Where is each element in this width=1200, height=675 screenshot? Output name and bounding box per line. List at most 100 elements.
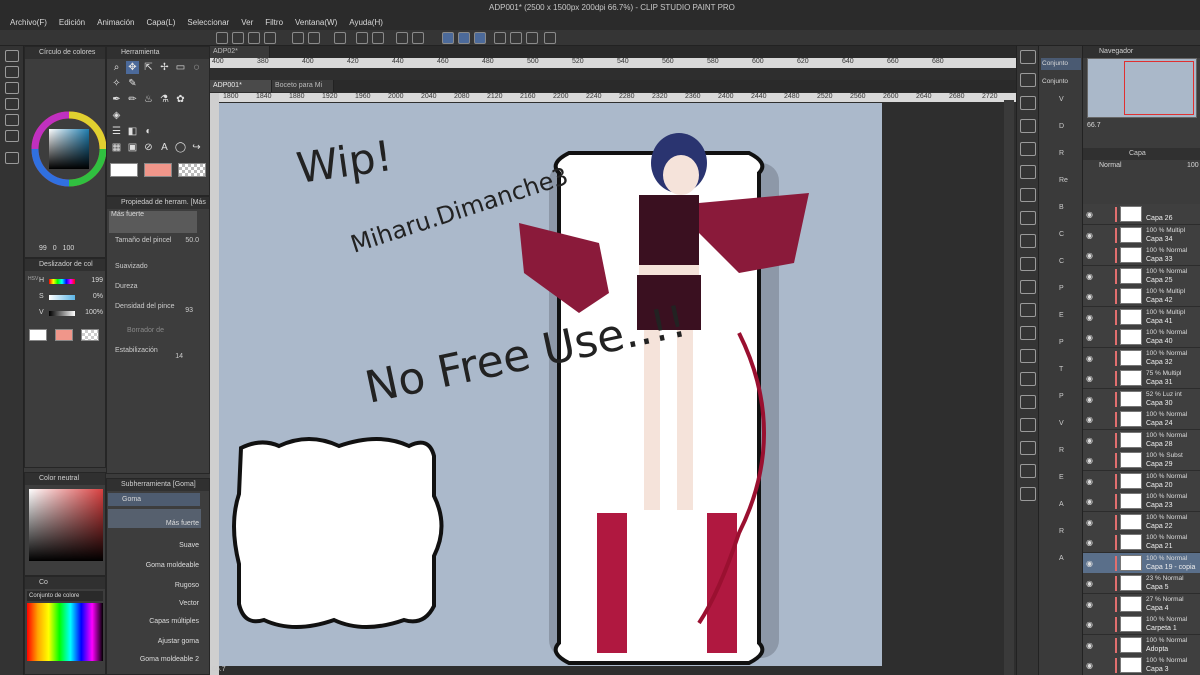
panel-shortcut-icon[interactable] <box>1020 211 1036 225</box>
snap-special-ruler-icon[interactable] <box>458 32 470 44</box>
airbrush-tool-icon[interactable]: ⚗ <box>158 93 171 106</box>
brush-tool-icon[interactable]: ♨ <box>142 93 155 106</box>
visibility-eye-icon[interactable]: ◉ <box>1086 210 1093 219</box>
phone-icon[interactable] <box>544 32 556 44</box>
rotate-icon[interactable] <box>494 32 506 44</box>
subtool-item[interactable]: Suave <box>108 531 201 550</box>
visibility-eye-icon[interactable]: ◉ <box>1086 395 1093 404</box>
visibility-eye-icon[interactable]: ◉ <box>1086 641 1093 650</box>
sub-view-item[interactable]: Re <box>1041 177 1081 207</box>
visibility-eye-icon[interactable]: ◉ <box>1086 251 1093 260</box>
tab-adp001[interactable]: ADP001* <box>210 80 272 92</box>
sub-view-item[interactable]: E <box>1041 474 1081 504</box>
main-color-swatch[interactable] <box>29 329 47 341</box>
panel-shortcut-icon[interactable] <box>1020 188 1036 202</box>
ruler-tool-icon[interactable]: ⊘ <box>142 141 155 154</box>
visibility-eye-icon[interactable]: ◉ <box>1086 436 1093 445</box>
layer-row[interactable]: ◉ 100 % Multipl Capa 42 <box>1083 286 1200 307</box>
menu-select[interactable]: Seleccionar <box>181 18 235 27</box>
visibility-eye-icon[interactable]: ◉ <box>1086 559 1093 568</box>
layer-row[interactable]: ◉ 27 % Normal Capa 4 <box>1083 593 1200 615</box>
visibility-eye-icon[interactable]: ◉ <box>1086 313 1093 322</box>
layer-row[interactable]: ◉ 100 % Normal Capa 20 <box>1083 470 1200 492</box>
blend-mode-select[interactable]: Normal <box>1099 162 1122 169</box>
subtool-item[interactable]: Vector <box>108 589 201 608</box>
menu-file[interactable]: Archivo(F) <box>4 18 53 27</box>
fill-icon[interactable] <box>356 32 368 44</box>
layer-row[interactable]: ◉ 100 % Normal Capa 19 - copia <box>1083 552 1200 574</box>
layer-row[interactable]: ◉ 100 % Normal Capa 40 <box>1083 327 1200 348</box>
artwork-canvas[interactable]: Wip! Miharu.Dimanche3 No Free Use..!! <box>219 103 882 666</box>
history-icon[interactable] <box>5 114 19 126</box>
panel-shortcut-icon[interactable] <box>1020 119 1036 133</box>
zoom-tool-icon[interactable]: ⌕ <box>110 61 123 74</box>
hue-slider[interactable] <box>49 279 75 284</box>
value-slider[interactable] <box>49 311 75 316</box>
menu-filter[interactable]: Filtro <box>259 18 289 27</box>
gradient-tool-icon[interactable]: ◐ <box>142 125 155 138</box>
visibility-eye-icon[interactable]: ◉ <box>1086 231 1093 240</box>
operation-tool-icon[interactable]: ⇱ <box>142 61 155 74</box>
new-icon[interactable] <box>216 32 228 44</box>
layer-row[interactable]: ◉ 100 % Normal Capa 3 <box>1083 655 1200 675</box>
layer-row[interactable]: ◉ 100 % Normal Capa 22 <box>1083 511 1200 533</box>
lasso-tool-icon[interactable]: ◌ <box>190 61 203 74</box>
layer-move-icon[interactable]: ✢ <box>158 61 171 74</box>
visibility-eye-icon[interactable]: ◉ <box>1086 497 1093 506</box>
subtool-item[interactable]: Goma moldeable 2 <box>108 645 201 664</box>
layer-row[interactable]: ◉ 100 % Normal Capa 24 <box>1083 409 1200 430</box>
panel-toggle-icon[interactable] <box>5 50 19 62</box>
panel-shortcut-icon[interactable] <box>1020 487 1036 501</box>
panel-shortcut-icon[interactable] <box>1020 280 1036 294</box>
tab-hsv[interactable]: HSV <box>28 273 38 285</box>
sub-view-item[interactable]: R <box>1041 150 1081 180</box>
panel-shortcut-icon[interactable] <box>1020 326 1036 340</box>
navigator-preview[interactable] <box>1087 58 1197 118</box>
subtool-item[interactable]: Ajustar goma <box>108 627 201 646</box>
visibility-eye-icon[interactable]: ◉ <box>1086 456 1093 465</box>
subtool-group[interactable]: Goma <box>108 493 200 506</box>
snap-ruler-icon[interactable] <box>442 32 454 44</box>
subtool-item[interactable]: Goma moldeable <box>108 551 201 570</box>
density-row[interactable]: Densidad del pince 93 <box>115 303 203 327</box>
sub-view-item[interactable]: C <box>1041 231 1081 261</box>
eraser-tool-icon[interactable]: ☰ <box>110 125 123 138</box>
export-icon[interactable] <box>264 32 276 44</box>
sub-view-item[interactable]: V <box>1041 420 1081 450</box>
brush-size-row[interactable]: Tamaño del pincel 50.0 <box>115 237 203 261</box>
sub-view-item[interactable]: A <box>1041 501 1081 531</box>
visibility-eye-icon[interactable]: ◉ <box>1086 272 1093 281</box>
sub-view-item[interactable]: B <box>1041 204 1081 234</box>
layer-row[interactable]: ◉ 100 % Normal Capa 28 <box>1083 429 1200 451</box>
layer-row[interactable]: ◉ 100 % Normal Carpeta 1 <box>1083 614 1200 635</box>
sub-view-item[interactable]: P <box>1041 339 1081 369</box>
layer-row[interactable]: ◉ 100 % Multipl Capa 41 <box>1083 306 1200 328</box>
visibility-eye-icon[interactable]: ◉ <box>1086 600 1093 609</box>
layer-row[interactable]: ◉ 75 % Multipl Capa 31 <box>1083 368 1200 389</box>
visibility-eye-icon[interactable]: ◉ <box>1086 579 1093 588</box>
layer-row[interactable]: ◉ 100 % Normal Capa 25 <box>1083 265 1200 287</box>
drop-icon[interactable] <box>5 152 19 164</box>
color-wheel[interactable] <box>29 109 109 189</box>
pen-tool-icon[interactable]: ✒ <box>110 93 123 106</box>
panel-shortcut-icon[interactable] <box>1020 418 1036 432</box>
panel-shortcut-icon[interactable] <box>1020 395 1036 409</box>
flip-icon[interactable] <box>510 32 522 44</box>
settings-icon[interactable] <box>526 32 538 44</box>
layer-row[interactable]: ◉ Capa 26 <box>1083 204 1200 225</box>
sub-color-swatch[interactable] <box>55 329 73 341</box>
text-tool-icon[interactable]: A <box>158 141 171 154</box>
decoration-tool-icon[interactable]: ✿ <box>174 93 187 106</box>
subtool-item[interactable]: Rugoso <box>108 571 201 590</box>
saturation-slider[interactable] <box>49 295 75 300</box>
sub-view-item[interactable]: C <box>1041 258 1081 288</box>
figure-tool-icon[interactable]: ▦ <box>110 141 123 154</box>
sub-color-icon[interactable] <box>144 163 172 177</box>
undo-icon[interactable] <box>292 32 304 44</box>
redo-icon[interactable] <box>308 32 320 44</box>
panel-shortcut-icon[interactable] <box>1020 464 1036 478</box>
visibility-eye-icon[interactable]: ◉ <box>1086 620 1093 629</box>
panel-shortcut-icon[interactable] <box>1020 257 1036 271</box>
layer-row[interactable]: ◉ 100 % Multipl Capa 34 <box>1083 224 1200 246</box>
navigator-view-rect[interactable] <box>1124 61 1194 115</box>
